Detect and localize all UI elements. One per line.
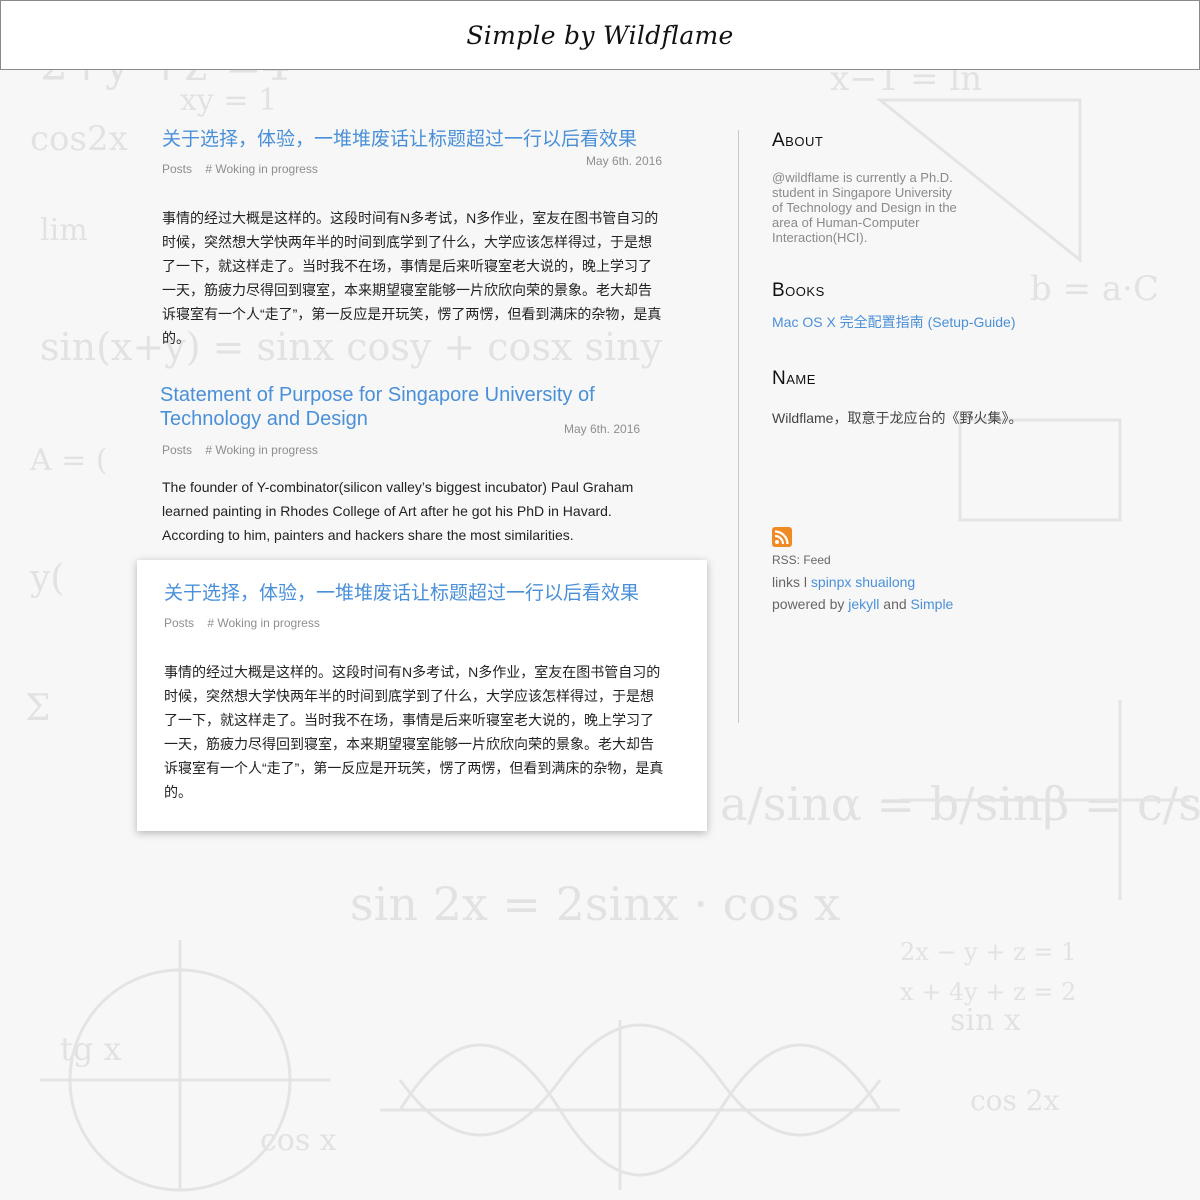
about-text: @wildflame is currently a Ph.D. student … [772,170,957,245]
powered-and: and [883,596,907,612]
post-title-link[interactable]: Statement of Purpose for Singapore Unive… [160,383,630,431]
rss-icon[interactable] [772,527,792,547]
friend-links: links l spinpx shuailong [772,574,915,590]
links-prefix: links l [772,574,808,590]
svg-text:b = a·C: b = a·C [1030,269,1159,309]
svg-text:sin x: sin x [950,1003,1021,1038]
powered-by: powered by jekyll and Simple [772,596,953,612]
post-item: 关于选择，体验，一堆堆废话让标题超过一行以后看效果 Posts # Woking… [162,128,662,350]
post-item: Statement of Purpose for Singapore Unive… [160,383,660,547]
post-tag-link[interactable]: # Woking in progress [207,616,320,630]
powered-prefix: powered by [772,596,845,612]
site-title[interactable]: Simple by Wildflame [466,21,733,50]
post-meta: Posts # Woking in progress May 6th. 2016 [162,154,662,180]
post-title-link[interactable]: 关于选择，体验，一堆堆废话让标题超过一行以后看效果 [164,582,664,606]
svg-text:lim: lim [40,213,88,248]
svg-text:cos x: cos x [260,1123,337,1158]
book-link[interactable]: Mac OS X 完全配置指南 (Setup-Guide) [772,312,1016,332]
svg-text:xy = 1: xy = 1 [180,83,277,118]
post-item: 关于选择，体验，一堆堆废话让标题超过一行以后看效果 Posts # Woking… [164,582,664,804]
post-date: May 6th. 2016 [585,154,662,168]
svg-text:2x − y + z = 1: 2x − y + z = 1 [900,938,1076,966]
simple-theme-link[interactable]: Simple [911,596,954,612]
post-category-link[interactable]: Posts [162,162,192,176]
link-shuailong[interactable]: shuailong [855,574,915,590]
name-text: Wildflame，取意于龙应台的《野火集》。 [772,410,1023,426]
post-meta: Posts # Woking in progress [160,443,660,461]
post-meta: Posts # Woking in progress [164,616,664,634]
post-excerpt: The founder of Y-combinator(silicon vall… [162,479,634,543]
svg-text:tg x: tg x [60,1030,122,1068]
post-card-hover[interactable]: 关于选择，体验，一堆堆废话让标题超过一行以后看效果 Posts # Woking… [137,560,707,831]
name-heading: Name [772,368,816,389]
link-spinpx[interactable]: spinpx [811,574,851,590]
svg-text:x + 4y + z = 2: x + 4y + z = 2 [900,978,1076,1006]
post-date: May 6th. 2016 [564,422,641,436]
post-title-link[interactable]: 关于选择，体验，一堆堆废话让标题超过一行以后看效果 [162,128,662,152]
post-category-link[interactable]: Posts [162,443,192,457]
svg-text:sin 2x = 2sinx · cos x: sin 2x = 2sinx · cos x [350,877,840,931]
sidebar: About @wildflame is currently a Ph.D. st… [772,130,1172,612]
about-heading: About [772,130,824,151]
post-category-link[interactable]: Posts [164,616,194,630]
post-tag-link[interactable]: # Woking in progress [205,443,318,457]
svg-text:cos 2x: cos 2x [970,1084,1060,1117]
svg-text:a/sinα = b/sinβ = c/sinγ: a/sinα = b/sinβ = c/sinγ [720,777,1200,831]
jekyll-link[interactable]: jekyll [848,596,879,612]
rss-glyph-icon [774,530,789,545]
post-tag-link[interactable]: # Woking in progress [205,162,318,176]
post-excerpt: 事情的经过大概是这样的。这段时间有N多考试，N多作业，室友在图书管自习的时候，突… [164,664,664,800]
site-header: Simple by Wildflame [0,0,1200,70]
svg-text:y(: y( [29,558,64,599]
books-heading: Books [772,280,825,301]
rss-feed-link[interactable]: RSS: Feed [772,553,831,567]
column-divider [738,130,739,723]
svg-text:A = (: A = ( [29,443,108,478]
svg-text:Σ: Σ [25,688,50,729]
svg-text:cos2x: cos2x [30,119,128,159]
post-excerpt: 事情的经过大概是这样的。这段时间有N多考试，N多作业，室友在图书管自习的时候，突… [162,210,662,346]
